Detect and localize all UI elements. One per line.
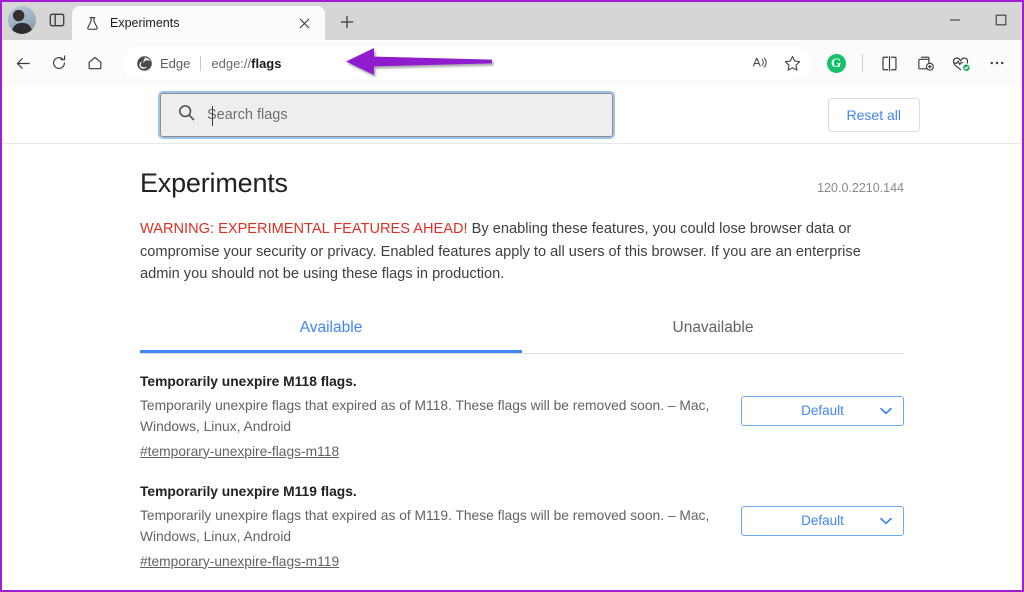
- page-title: Experiments: [140, 168, 288, 198]
- tab-title: Experiments: [110, 16, 180, 30]
- omnibox-actions: [745, 48, 807, 78]
- address-bar[interactable]: Edge edge://flags: [122, 47, 811, 79]
- edge-logo-icon: [136, 55, 153, 72]
- experimental-warning: WARNING: EXPERIMENTAL FEATURES AHEAD! By…: [140, 218, 900, 286]
- flags-content: Experiments 120.0.2210.144 WARNING: EXPE…: [2, 144, 1022, 581]
- flag-description: Temporarily unexpire flags that expired …: [140, 397, 710, 434]
- home-icon[interactable]: [78, 46, 112, 80]
- search-input[interactable]: Search flags: [207, 107, 288, 123]
- flag-state-select[interactable]: Default: [741, 395, 904, 426]
- maximize-icon[interactable]: [978, 0, 1024, 40]
- read-aloud-icon[interactable]: [745, 48, 775, 78]
- flag-name: Temporarily unexpire M118 flags.: [140, 373, 357, 389]
- flags-tabs: Available Unavailable: [140, 319, 904, 354]
- avatar[interactable]: [8, 6, 36, 34]
- chevron-down-icon: [880, 517, 892, 525]
- page-header: Experiments 120.0.2210.144: [140, 168, 904, 199]
- flags-list: Temporarily unexpire M118 flags. Tempora…: [140, 354, 904, 581]
- new-tab-icon[interactable]: [331, 6, 363, 38]
- flag-state-value: Default: [801, 403, 844, 418]
- reset-all-button[interactable]: Reset all: [827, 98, 920, 132]
- title-bar-left: [0, 0, 72, 40]
- refresh-icon[interactable]: [42, 46, 76, 80]
- flag-name: Temporarily unexpire M119 flags.: [140, 483, 357, 499]
- browser-essentials-icon[interactable]: [944, 46, 978, 80]
- omnibox-url-prefix: edge://: [211, 55, 252, 71]
- flag-description: Temporarily unexpire flags that expired …: [140, 507, 710, 544]
- omnibox-separator: [200, 55, 202, 71]
- warning-highlight: WARNING: EXPERIMENTAL FEATURES AHEAD!: [140, 221, 468, 237]
- flag-details: Temporarily unexpire M118 flags. Tempora…: [140, 374, 723, 461]
- omnibox-url-page: flags: [251, 55, 282, 71]
- omnibox-url: edge://flags: [211, 56, 745, 71]
- flag-row: Temporarily unexpire M119 flags. Tempora…: [140, 471, 904, 581]
- omnibox-brand: Edge: [160, 55, 191, 71]
- flag-details: Temporarily unexpire M119 flags. Tempora…: [140, 484, 723, 571]
- version-label: 120.0.2210.144: [817, 181, 904, 195]
- search-flags-field[interactable]: Search flags: [158, 91, 615, 139]
- flag-state-select[interactable]: Default: [741, 505, 904, 536]
- favorites-star-icon[interactable]: [777, 48, 807, 78]
- flags-page: Experiments 120.0.2210.144 WARNING: EXPE…: [2, 144, 1022, 590]
- browser-tab[interactable]: Experiments: [72, 6, 325, 40]
- split-screen-icon[interactable]: [872, 46, 906, 80]
- flag-permalink[interactable]: #temporary-unexpire-flags-m119: [140, 554, 339, 569]
- flag-row: Temporarily unexpire M118 flags. Tempora…: [140, 361, 904, 471]
- text-caret: [212, 106, 213, 126]
- search-icon: [177, 103, 196, 127]
- tab-strip: Experiments: [72, 0, 363, 40]
- tab-unavailable[interactable]: Unavailable: [522, 319, 904, 353]
- flag-state-value: Default: [801, 513, 844, 528]
- minimize-icon[interactable]: [932, 0, 978, 40]
- tab-available[interactable]: Available: [140, 319, 522, 353]
- title-bar: Experiments: [0, 0, 1024, 40]
- close-icon[interactable]: [293, 12, 315, 34]
- flag-permalink[interactable]: #temporary-unexpire-flags-m118: [140, 444, 339, 459]
- window-controls: [932, 0, 1024, 40]
- browser-toolbar: Edge edge://flags G: [0, 40, 1024, 86]
- collections-icon[interactable]: [908, 46, 942, 80]
- settings-and-more-icon[interactable]: [980, 46, 1014, 80]
- flask-icon: [84, 15, 101, 32]
- grammarly-icon[interactable]: G: [819, 46, 853, 80]
- chevron-down-icon: [880, 407, 892, 415]
- grammarly-badge: G: [826, 53, 846, 73]
- back-icon[interactable]: [6, 46, 40, 80]
- toolbar-divider: [862, 54, 863, 72]
- tab-actions-icon[interactable]: [42, 5, 72, 35]
